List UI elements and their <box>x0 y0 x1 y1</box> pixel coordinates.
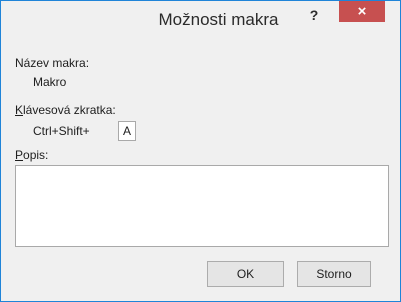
title-bar: Možnosti makra ? × <box>1 1 400 41</box>
shortcut-prefix: Ctrl+Shift+ <box>33 124 90 138</box>
description-label-accesskey: P <box>15 148 24 162</box>
description-label: Popis: <box>15 148 48 162</box>
shortcut-label: Klávesová zkratka: <box>15 103 116 117</box>
macro-name-label: Název makra: <box>15 56 90 70</box>
cancel-button[interactable]: Storno <box>297 261 371 287</box>
ok-button[interactable]: OK <box>207 261 284 287</box>
macro-options-dialog: Možnosti makra ? × Název makra: Makro Kl… <box>0 0 401 302</box>
shortcut-label-accesskey: K <box>15 103 24 117</box>
shortcut-label-text: lávesová zkratka: <box>23 103 116 117</box>
shortcut-key-input[interactable]: A <box>118 121 136 141</box>
close-icon: × <box>357 3 367 20</box>
help-button[interactable]: ? <box>301 5 327 25</box>
description-label-text: opis: <box>23 148 49 162</box>
description-textarea[interactable] <box>15 165 389 247</box>
close-button[interactable]: × <box>339 1 385 22</box>
macro-name-value: Makro <box>33 75 67 89</box>
